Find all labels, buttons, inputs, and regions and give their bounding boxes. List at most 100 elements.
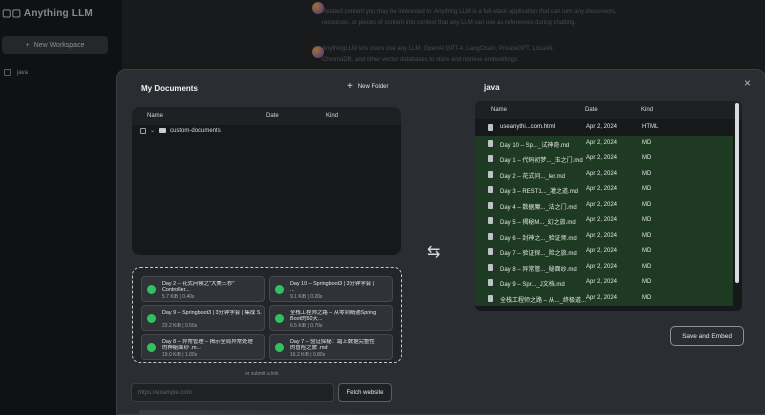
table-row[interactable]: Day 5 – 揭秘M..._幻之旅.md Apr 2, 2024 MD bbox=[475, 213, 733, 229]
doc-kind: MD bbox=[642, 248, 652, 254]
doc-date: Apr 2, 2024 bbox=[586, 294, 618, 301]
doc-name: Day 3 – REST1..._灌之道.md bbox=[500, 189, 579, 195]
doc-date: Apr 2, 2024 bbox=[586, 263, 618, 270]
doc-date: Apr 2, 2024 bbox=[586, 124, 618, 130]
upload-card-meta: 9.1 KiB | 0.20s bbox=[290, 294, 323, 300]
doc-name: 全栈工程师之路 – 从..._终极道... bbox=[500, 297, 587, 304]
doc-kind: MD bbox=[642, 170, 652, 177]
upload-card-meta: 6.5 KiB | 0.70s bbox=[290, 323, 323, 329]
table-row[interactable]: Day 8 – 异常管..._秘面纱.md Apr 2, 2024 MD bbox=[475, 259, 733, 275]
column-kind: Kind bbox=[326, 113, 339, 119]
url-input[interactable] bbox=[131, 383, 334, 402]
upload-card-title: 的神秘面纱 .m... bbox=[162, 345, 201, 351]
doc-name: Day 10 – Sp..._试神奇.md bbox=[500, 142, 570, 149]
upload-card-meta: 19.0 KiB | 1.00s bbox=[162, 352, 198, 358]
upload-card-meta: 23.2 KiB | 0.50s bbox=[162, 323, 198, 329]
folder-icon bbox=[159, 128, 167, 133]
doc-date: Apr 2, 2024 bbox=[586, 201, 618, 208]
upload-dropzone[interactable]: Day 2 – 花式问候之"大美三秒" Controller... 5.7 Ki… bbox=[132, 267, 402, 363]
upload-card: Day 9 – Springboot3 | 3分钟学会 | 集成 S... 23… bbox=[141, 305, 265, 331]
upload-card: Day 2 – 花式问候之"大美三秒" Controller... 5.7 Ki… bbox=[141, 276, 265, 302]
my-documents-title: My Documents bbox=[141, 84, 198, 93]
upload-card-meta: 16.2 KiB | 0.80s bbox=[290, 352, 326, 358]
check-icon bbox=[275, 285, 284, 294]
footer-hint bbox=[139, 410, 399, 414]
upload-card-title: Controller... bbox=[162, 287, 190, 293]
upload-card-title: ... bbox=[290, 287, 295, 293]
file-icon bbox=[488, 201, 493, 209]
table-row[interactable]: Day 4 – 数据魔..._法之门.md Apr 2, 2024 MD bbox=[475, 197, 733, 213]
doc-name: Day 8 – 异常管..._秘面纱.md bbox=[500, 266, 577, 273]
column-name: Name bbox=[147, 113, 164, 119]
checkbox[interactable] bbox=[140, 127, 146, 134]
upload-card-meta: 5.7 KiB | 0.40s bbox=[162, 294, 195, 300]
doc-kind: MD bbox=[642, 155, 652, 161]
doc-kind: MD bbox=[642, 201, 652, 208]
file-icon bbox=[488, 155, 493, 162]
file-icon bbox=[488, 217, 493, 224]
doc-date: Apr 2, 2024 bbox=[586, 217, 618, 223]
file-icon bbox=[488, 279, 493, 286]
column-date: Date bbox=[266, 113, 279, 119]
doc-date: Apr 2, 2024 bbox=[586, 139, 618, 146]
column-kind: Kind bbox=[641, 107, 654, 113]
folder-name: custom-documents bbox=[170, 127, 221, 134]
upload-card: Day 10 – Springboot3 | 3分钟学会 | ... 9.1 K… bbox=[269, 276, 393, 302]
file-icon bbox=[488, 139, 493, 147]
table-row[interactable]: Day 3 – REST1..._灌之道.md Apr 2, 2024 MD bbox=[475, 182, 733, 198]
file-icon bbox=[488, 248, 493, 255]
table-row[interactable]: Day 2 – 花式问..._ler.md Apr 2, 2024 MD bbox=[475, 166, 733, 182]
check-icon bbox=[147, 285, 156, 294]
check-icon bbox=[147, 343, 156, 352]
doc-name: Day 5 – 揭秘M..._幻之旅.md bbox=[500, 220, 576, 226]
doc-kind: MD bbox=[642, 263, 652, 270]
upload-card: Day 8 – 异常管理 – 揭示全局异常处理 的神秘面纱 .m... 19.0… bbox=[141, 334, 265, 360]
doc-name: Day 1 – 代码初梦..._玉之门.md bbox=[500, 158, 583, 164]
table-row[interactable]: Day 6 – 封神之..._验证师.md Apr 2, 2024 MD bbox=[475, 228, 733, 244]
folder-row[interactable]: ⌄ custom-documents bbox=[140, 127, 221, 134]
table-row[interactable]: useanythi...com.html Apr 2, 2024 HTML bbox=[475, 120, 733, 136]
new-folder-button[interactable]: + New Folder bbox=[347, 82, 389, 92]
table-row[interactable]: 全栈工程师之路 – 从..._终极道... Apr 2, 2024 MD bbox=[475, 290, 733, 306]
doc-kind: MD bbox=[642, 279, 652, 285]
close-icon[interactable]: × bbox=[744, 76, 751, 90]
doc-kind: MD bbox=[642, 294, 652, 301]
table-header: Name Date Kind bbox=[475, 101, 742, 119]
doc-kind: HTML bbox=[642, 124, 659, 130]
doc-kind: MD bbox=[642, 186, 652, 192]
check-icon bbox=[147, 314, 156, 323]
or-submit-link-label: or submit a link bbox=[245, 371, 279, 377]
column-name: Name bbox=[491, 107, 508, 113]
table-row[interactable]: Day 1 – 代码初梦..._玉之门.md Apr 2, 2024 MD bbox=[475, 151, 733, 167]
doc-name: Day 4 – 数据魔..._法之门.md bbox=[500, 204, 577, 211]
doc-date: Apr 2, 2024 bbox=[586, 170, 618, 177]
my-documents-table: Name Date Kind ⌄ custom-documents bbox=[132, 107, 401, 255]
file-icon bbox=[488, 124, 493, 131]
save-and-embed-button[interactable]: Save and Embed bbox=[670, 326, 744, 346]
scrollbar[interactable] bbox=[735, 103, 739, 283]
fetch-website-button[interactable]: Fetch website bbox=[338, 383, 392, 402]
document-manager-modal: × My Documents + New Folder Name Date Ki… bbox=[116, 69, 765, 415]
upload-card-title: 的冒险之旅 .md bbox=[290, 345, 328, 351]
table-row[interactable]: Day 10 – Sp..._试神奇.md Apr 2, 2024 MD bbox=[475, 135, 733, 151]
doc-kind: MD bbox=[642, 232, 652, 239]
doc-kind: MD bbox=[642, 139, 652, 146]
table-row[interactable]: Day 9 – Spr..._J文档.md Apr 2, 2024 MD bbox=[475, 275, 733, 291]
upload-card-title: Day 9 – Springboot3 | 3分钟学会 | 集成 S... bbox=[162, 310, 262, 316]
doc-date: Apr 2, 2024 bbox=[586, 232, 618, 239]
file-icon bbox=[488, 186, 493, 193]
table-header: Name Date Kind bbox=[132, 107, 401, 125]
file-icon bbox=[488, 294, 493, 302]
workspace-title: java bbox=[484, 83, 500, 92]
file-icon bbox=[488, 263, 493, 271]
table-row[interactable]: Day 7 – 验证探..._险之旅.md Apr 2, 2024 MD bbox=[475, 244, 733, 260]
upload-card-title: Boot的50天... bbox=[290, 316, 323, 322]
new-folder-label: New Folder bbox=[357, 84, 389, 90]
doc-name: Day 6 – 封神之..._验证师.md bbox=[500, 235, 577, 242]
doc-date: Apr 2, 2024 bbox=[586, 186, 618, 192]
upload-card: 全栈工程师之路 – 从零到精通Spring Boot的50天... 6.5 Ki… bbox=[269, 305, 393, 331]
check-icon bbox=[275, 314, 284, 323]
doc-name: Day 9 – Spr..._J文档.md bbox=[500, 282, 565, 288]
chevron-down-icon[interactable]: ⌄ bbox=[150, 127, 155, 134]
column-date: Date bbox=[585, 107, 598, 113]
